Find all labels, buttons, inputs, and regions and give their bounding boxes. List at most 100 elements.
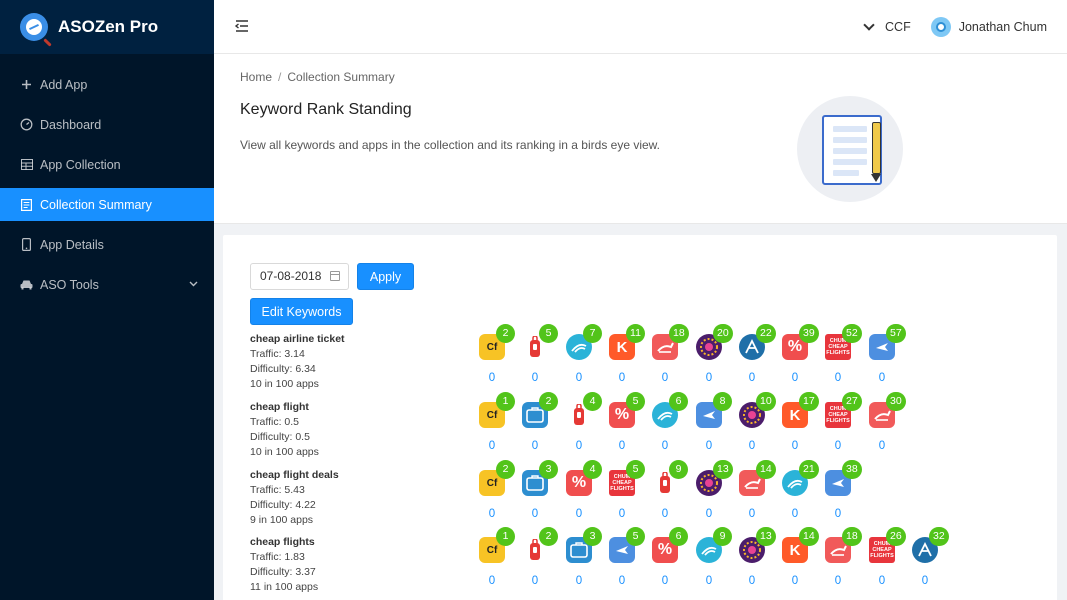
rank-change[interactable]: 0: [612, 440, 632, 452]
rank-badge: 32: [929, 527, 949, 546]
date-value: 07-08-2018: [260, 269, 322, 283]
rank-change[interactable]: 0: [828, 372, 848, 384]
rank-change[interactable]: 0: [612, 575, 632, 587]
breadcrumb-separator: /: [278, 70, 282, 84]
rank-change[interactable]: 0: [742, 440, 762, 452]
rank-badge: 26: [886, 527, 906, 546]
sidebar-item-app-collection[interactable]: App Collection: [0, 148, 214, 181]
org-label: CCF: [885, 20, 911, 34]
rank-change[interactable]: 0: [569, 372, 589, 384]
user-menu[interactable]: Jonathan Chum: [930, 17, 1047, 37]
rank-badge: 6: [669, 392, 688, 411]
rank-change[interactable]: 0: [655, 575, 675, 587]
keyword-app-count: 10 in 100 apps: [250, 378, 319, 390]
sidebar-item-label: ASO Tools: [40, 277, 99, 292]
keyword-info: cheap flight deals Traffic: 5.43 Difficult…: [250, 468, 339, 528]
rank-change[interactable]: 0: [915, 575, 935, 587]
apply-button[interactable]: Apply: [357, 263, 414, 290]
keyword-app-count: 10 in 100 apps: [250, 446, 319, 458]
sidebar-item-aso-tools[interactable]: ASO Tools: [0, 268, 214, 301]
mobile-icon: [20, 238, 33, 251]
rank-badge: 2: [539, 392, 558, 411]
rank-badge: 13: [713, 460, 733, 479]
keyword-difficulty: Difficulty: 6.34: [250, 363, 316, 375]
rank-change[interactable]: 0: [525, 440, 545, 452]
rank-change[interactable]: 0: [525, 575, 545, 587]
rank-change[interactable]: 0: [742, 575, 762, 587]
org-switcher[interactable]: CCF: [863, 19, 911, 34]
keyword-name[interactable]: cheap flight: [250, 400, 319, 415]
date-picker[interactable]: 07-08-2018: [250, 263, 349, 290]
rank-change[interactable]: 0: [872, 372, 892, 384]
plus-icon: [20, 78, 33, 91]
rank-change[interactable]: 0: [699, 440, 719, 452]
sidebar-item-dashboard[interactable]: Dashboard: [0, 108, 214, 141]
rank-change[interactable]: 0: [612, 372, 632, 384]
header-right: CCF Jonathan Chum: [863, 0, 1047, 54]
sidebar-item-app-details[interactable]: App Details: [0, 228, 214, 261]
menu-fold-icon[interactable]: [234, 18, 250, 34]
keyword-traffic: Traffic: 1.83: [250, 551, 305, 563]
rank-badge: 22: [756, 324, 776, 343]
rank-change[interactable]: 0: [828, 440, 848, 452]
sidebar-item-collection-summary[interactable]: Collection Summary: [0, 188, 214, 221]
rank-change[interactable]: 0: [699, 575, 719, 587]
keyword-name[interactable]: cheap flights: [250, 535, 318, 550]
rank-change[interactable]: 0: [828, 508, 848, 520]
rank-badge: 17: [799, 392, 819, 411]
rank-change[interactable]: 0: [655, 440, 675, 452]
keyword-traffic: Traffic: 3.14: [250, 348, 305, 360]
rank-change[interactable]: 0: [569, 440, 589, 452]
sidebar-item-label: App Details: [40, 237, 104, 252]
rank-badge: 30: [886, 392, 906, 411]
rank-change[interactable]: 0: [742, 372, 762, 384]
rank-change[interactable]: 0: [482, 575, 502, 587]
rank-change[interactable]: 0: [482, 440, 502, 452]
rank-change[interactable]: 0: [525, 372, 545, 384]
keyword-traffic: Traffic: 0.5: [250, 416, 300, 428]
rank-change[interactable]: 0: [655, 508, 675, 520]
rank-change[interactable]: 0: [828, 575, 848, 587]
rank-change[interactable]: 0: [612, 508, 632, 520]
rank-badge: 38: [842, 460, 862, 479]
rank-badge: 3: [583, 527, 602, 546]
rank-badge: 21: [799, 460, 819, 479]
edit-keywords-button[interactable]: Edit Keywords: [250, 298, 353, 325]
sidebar-item-label: App Collection: [40, 157, 121, 172]
rank-change[interactable]: 0: [569, 508, 589, 520]
rank-change[interactable]: 0: [482, 508, 502, 520]
rank-badge: 2: [539, 527, 558, 546]
rank-change[interactable]: 0: [699, 508, 719, 520]
rank-badge: 5: [626, 460, 645, 479]
brand[interactable]: ASOZen Pro: [0, 0, 214, 54]
rank-change[interactable]: 0: [785, 440, 805, 452]
rank-change[interactable]: 0: [655, 372, 675, 384]
rank-change[interactable]: 0: [525, 508, 545, 520]
rank-change[interactable]: 0: [785, 508, 805, 520]
keyword-difficulty: Difficulty: 0.5: [250, 431, 310, 443]
keyword-traffic: Traffic: 5.43: [250, 484, 305, 496]
rank-change[interactable]: 0: [785, 575, 805, 587]
keyword-app-count: 9 in 100 apps: [250, 514, 314, 526]
rank-badge: 1: [496, 392, 515, 411]
file-text-icon: [20, 198, 33, 211]
rank-badge: 10: [756, 392, 776, 411]
rank-change[interactable]: 0: [569, 575, 589, 587]
breadcrumb-home[interactable]: Home: [240, 70, 272, 84]
rank-change[interactable]: 0: [699, 372, 719, 384]
breadcrumb: Home / Collection Summary: [240, 70, 395, 84]
rank-change[interactable]: 0: [742, 508, 762, 520]
sidebar-item-add-app[interactable]: Add App: [0, 68, 214, 101]
rank-change[interactable]: 0: [482, 372, 502, 384]
avatar: [930, 17, 951, 37]
brand-title: ASOZen Pro: [58, 17, 159, 36]
rank-change[interactable]: 0: [785, 372, 805, 384]
keyword-name[interactable]: cheap airline ticket: [250, 332, 345, 347]
keyword-rank-card: 07-08-2018 Apply Edit Keywords cheap air…: [223, 235, 1057, 600]
rank-change[interactable]: 0: [872, 575, 892, 587]
rank-badge: 4: [583, 460, 602, 479]
chevron-down-icon: [189, 279, 198, 289]
keyword-name[interactable]: cheap flight deals: [250, 468, 339, 483]
rank-change[interactable]: 0: [872, 440, 892, 452]
rank-badge: 7: [583, 324, 602, 343]
